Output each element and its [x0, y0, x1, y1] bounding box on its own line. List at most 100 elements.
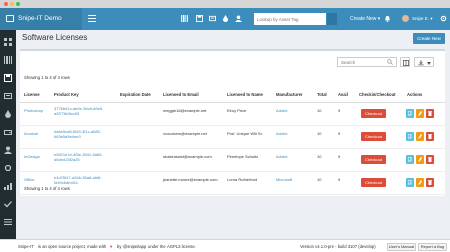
checkout-button[interactable]: Checkout	[361, 109, 386, 118]
close-window-icon[interactable]	[4, 2, 8, 6]
column-toggle-button[interactable]	[400, 57, 410, 67]
column-header[interactable]: Licensed to Email	[163, 92, 199, 97]
column-header[interactable]: Total	[317, 92, 327, 97]
footer-text-under: under the	[148, 244, 166, 249]
gear-icon[interactable]	[440, 15, 447, 22]
pencil-icon	[418, 111, 422, 116]
column-header[interactable]: License	[24, 92, 40, 97]
product-key-cont[interactable]: a3f776b5cc55	[54, 111, 79, 116]
delete-button[interactable]	[426, 155, 434, 164]
cog-icon[interactable]	[4, 164, 12, 172]
clone-button[interactable]	[406, 132, 414, 141]
barcode-nav-icon[interactable]	[181, 15, 188, 22]
manufacturer-link[interactable]: Adobe	[276, 108, 288, 113]
license-name-link[interactable]: Acrobat	[24, 131, 38, 136]
check-icon[interactable]	[4, 200, 12, 208]
report-bug-button[interactable]: Report a Bug	[418, 243, 447, 251]
product-key-cont[interactable]: fd49c6db4f11	[54, 180, 78, 185]
bell-icon[interactable]	[384, 15, 391, 22]
manufacturer-link[interactable]: Adobe	[276, 154, 288, 159]
checkout-button[interactable]: Checkout	[361, 155, 386, 164]
total-seats: 10	[317, 154, 322, 159]
create-new-dropdown[interactable]: Create New ▾	[350, 14, 380, 24]
licensed-to-email: meggie18@example.net	[163, 108, 207, 113]
table-row: Office e4d7f647-a34b-36a8-a9df- fd49c6db…	[20, 172, 445, 195]
edit-button[interactable]	[416, 178, 424, 187]
top-navbar: Snipe-IT Demo Create New ▾ Snipe E. ▾	[0, 8, 450, 30]
delete-button[interactable]	[426, 132, 434, 141]
edit-button[interactable]	[416, 132, 424, 141]
tint-icon[interactable]	[222, 15, 229, 22]
columns-icon	[403, 60, 409, 66]
footer-text: is an open source project, made with	[38, 244, 107, 249]
licensed-to-email: jeanette.moore@example.com	[163, 177, 218, 182]
license-name-link[interactable]: InDesign	[24, 154, 40, 159]
clone-button[interactable]	[406, 155, 414, 164]
author-link[interactable]: @snipeitapp	[123, 243, 146, 250]
save-icon[interactable]	[196, 15, 203, 22]
trash-icon	[428, 111, 432, 116]
column-header[interactable]: Manufacturer	[276, 92, 303, 97]
search-submit-button[interactable]	[327, 13, 337, 25]
page-title: Software Licenses	[22, 33, 88, 42]
list-icon[interactable]	[4, 218, 12, 226]
license-name-link[interactable]: Photoshop	[24, 108, 43, 113]
minimize-window-icon[interactable]	[10, 2, 14, 6]
reports-icon[interactable]	[4, 182, 12, 190]
edit-button[interactable]	[416, 109, 424, 118]
brand-logo[interactable]: Snipe-IT Demo	[0, 8, 82, 30]
checkout-button[interactable]: Checkout	[361, 178, 386, 187]
licensed-to-email: vvouckers@example.net	[163, 131, 207, 136]
barcode-icon[interactable]	[4, 56, 12, 64]
licensed-to-email: shakiraswst@example.com	[163, 154, 212, 159]
table-row: InDesign e5521e1e-4f5e-3541-9a65- d6ded1…	[20, 149, 445, 172]
chevron-down-icon	[427, 62, 431, 65]
total-seats: 10	[317, 108, 322, 113]
hdd-icon[interactable]	[4, 128, 12, 136]
browser-titlebar	[0, 0, 450, 8]
dashboard-icon[interactable]	[4, 38, 12, 46]
asset-tag-search-input[interactable]	[254, 13, 326, 25]
column-header[interactable]: Licensed to Name	[227, 92, 263, 97]
delete-button[interactable]	[426, 109, 434, 118]
table-row: Photoshop 3776b61c-ab0e-36c8-a9e5- a3f77…	[20, 103, 445, 126]
column-header[interactable]: Product Key	[54, 92, 79, 97]
users-icon[interactable]	[4, 146, 12, 154]
search-icon	[387, 59, 393, 65]
users-manual-button[interactable]: User's Manual	[387, 243, 416, 251]
delete-button[interactable]	[426, 178, 434, 187]
column-header[interactable]: Checkin/Checkout	[359, 92, 396, 97]
product-key-cont[interactable]: 663e5a5e4ee3	[54, 134, 81, 139]
checkout-button[interactable]: Checkout	[361, 132, 386, 141]
product-key-cont[interactable]: d6ded15f2a25	[54, 157, 80, 162]
manufacturer-link[interactable]: Adobe	[276, 131, 288, 136]
column-header[interactable]: Avail	[338, 92, 348, 97]
column-header[interactable]: Actions	[407, 92, 422, 97]
licenses-table-box: Showing 1 to 4 of 4 rows License Product…	[20, 49, 445, 196]
user-nav-icon[interactable]	[235, 15, 242, 22]
available-seats: 9	[338, 177, 341, 182]
snipe-it-link[interactable]: Snipe-IT	[18, 243, 34, 250]
page-footer: Snipe-IT is an open source project, made…	[0, 239, 450, 252]
clone-button[interactable]	[406, 109, 414, 118]
column-header[interactable]: Expiration Date	[120, 92, 151, 97]
user-menu-dropdown[interactable]: Snipe E. ▾	[412, 14, 433, 24]
license-name-link[interactable]: Office	[24, 177, 34, 182]
save-icon[interactable]	[4, 74, 12, 82]
clone-button[interactable]	[406, 178, 414, 187]
pencil-icon	[418, 134, 422, 139]
heart-icon: ♥	[110, 244, 113, 249]
license-link[interactable]: AGPL3 license.	[167, 243, 196, 250]
export-dropdown-button[interactable]	[414, 57, 434, 67]
edit-button[interactable]	[416, 155, 424, 164]
manufacturer-link[interactable]: Microsoft	[276, 177, 292, 182]
pagination-info-bottom: Showing 1 to 4 of 4 rows	[24, 186, 70, 191]
keyboard-icon[interactable]	[209, 15, 216, 22]
maximize-window-icon[interactable]	[16, 2, 20, 6]
licensed-to-name: Lorna Rutherford	[227, 177, 258, 182]
avatar[interactable]	[402, 15, 409, 22]
create-new-button[interactable]: Create New	[413, 33, 445, 44]
keyboard-icon[interactable]	[4, 92, 12, 100]
tint-icon[interactable]	[4, 110, 12, 118]
menu-toggle-icon[interactable]	[88, 15, 96, 22]
